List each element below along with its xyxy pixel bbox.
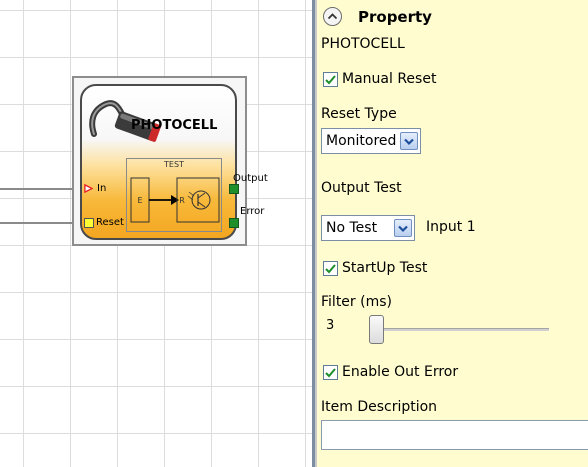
panel-title: Property	[358, 8, 432, 26]
test-section: TEST E R	[126, 158, 222, 232]
chevron-down-icon	[398, 225, 408, 233]
phototransistor-icon: E R	[130, 177, 220, 223]
output-test-dropdown-button[interactable]	[394, 219, 412, 237]
item-description-label: Item Description	[321, 399, 438, 415]
collapse-button[interactable]	[323, 7, 342, 26]
port-label-output: Output	[233, 173, 268, 184]
reset-type-value: Monitored	[326, 133, 397, 149]
filter-value: 3	[326, 318, 335, 333]
reset-type-label: Reset Type	[321, 106, 397, 122]
port-label-error: Error	[240, 206, 265, 217]
filter-label: Filter (ms)	[321, 294, 392, 310]
in-port-icon[interactable]	[84, 184, 93, 193]
startup-test-checkbox[interactable]	[323, 261, 338, 276]
test-label: TEST	[164, 160, 184, 169]
reset-type-select[interactable]: Monitored	[321, 128, 421, 154]
port-label-in: In	[97, 183, 107, 194]
output-port[interactable]	[229, 184, 239, 194]
output-test-label: Output Test	[321, 180, 402, 196]
enable-out-error-checkbox[interactable]	[323, 365, 338, 380]
output-test-value: No Test	[326, 220, 378, 236]
port-label-reset: Reset	[96, 217, 124, 228]
error-port[interactable]	[229, 218, 239, 228]
filter-slider-thumb[interactable]	[369, 315, 384, 344]
chevron-down-icon	[404, 138, 414, 146]
enable-out-error-label: Enable Out Error	[342, 364, 459, 380]
reset-type-dropdown-button[interactable]	[400, 132, 418, 150]
receiver-label: R	[179, 196, 185, 205]
filter-slider-track[interactable]	[373, 328, 549, 331]
output-test-select[interactable]: No Test	[321, 215, 415, 241]
design-canvas[interactable]: PHOTOCELL TEST E R In Reset Output Error	[0, 0, 316, 467]
manual-reset-checkbox[interactable]	[323, 72, 338, 87]
property-panel: Property PHOTOCELL Manual Reset Reset Ty…	[317, 0, 588, 467]
checkmark-icon	[325, 264, 336, 274]
collapse-up-icon	[327, 13, 338, 20]
item-description-input[interactable]	[321, 420, 588, 450]
manual-reset-label: Manual Reset	[342, 71, 437, 87]
block-name: PHOTOCELL	[321, 36, 405, 52]
startup-test-label: StartUp Test	[342, 260, 428, 276]
checkmark-icon	[325, 75, 336, 85]
block-title: PHOTOCELL	[131, 118, 218, 133]
checkmark-icon	[325, 368, 336, 378]
reset-port[interactable]	[84, 218, 94, 228]
output-test-input-label: Input 1	[426, 219, 476, 235]
emitter-label: E	[137, 196, 142, 205]
